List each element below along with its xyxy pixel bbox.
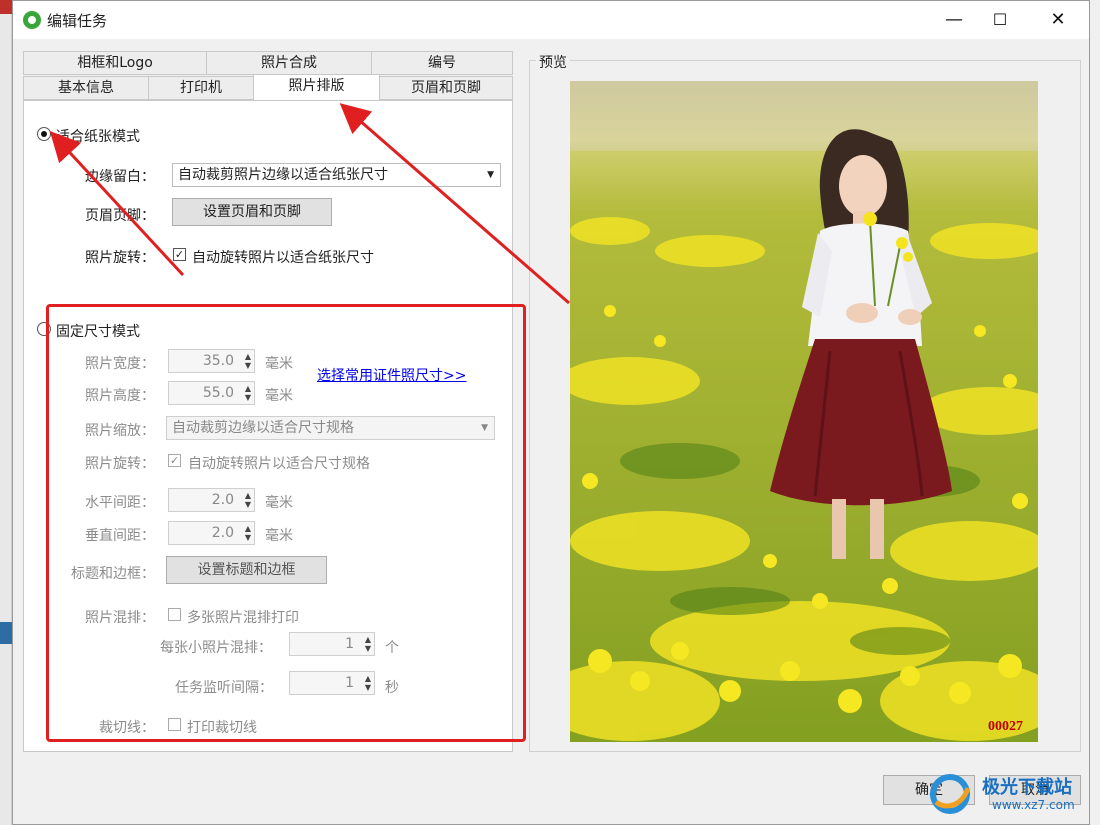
watermark-text: 极光下载站 <box>982 777 1072 798</box>
background-app-panel <box>0 622 12 644</box>
annotation-arrows <box>49 103 570 305</box>
watermark-url: www.xz7.com <box>992 798 1075 812</box>
background-app-icon <box>0 0 12 14</box>
watermark-logo-icon <box>930 774 971 814</box>
site-watermark: 极光下载站 www.xz7.com <box>928 770 1088 822</box>
edit-task-dialog: 编辑任务 — ☐ ✕ 相框和Logo 照片合成 编号 基本信息 打印机 页眉和页… <box>12 0 1090 825</box>
background-app-strip <box>0 0 12 825</box>
arrow-to-radio <box>49 130 185 277</box>
arrow-to-tab <box>339 103 570 305</box>
